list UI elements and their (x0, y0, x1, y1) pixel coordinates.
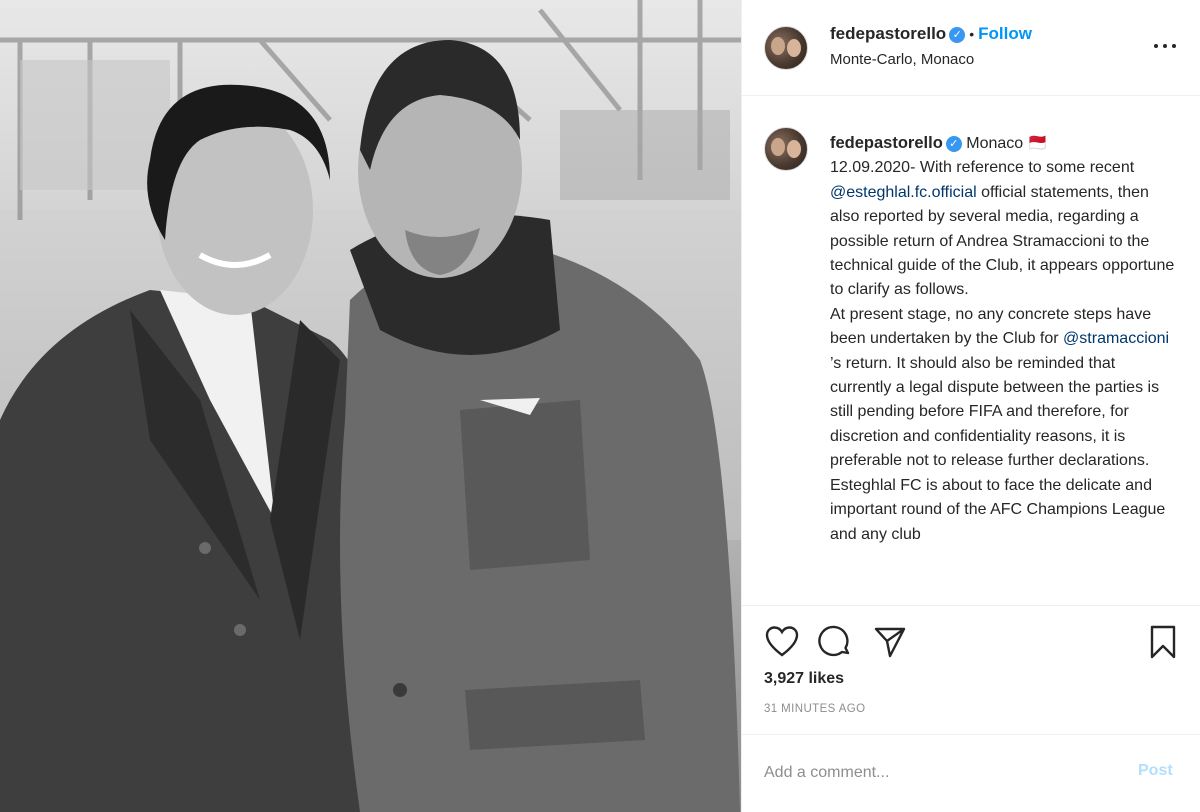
comment-input[interactable] (764, 759, 1104, 787)
paper-plane-icon[interactable] (872, 624, 908, 660)
verified-badge-icon: ✓ (949, 26, 966, 43)
photo-scene (0, 0, 741, 812)
mention-link[interactable]: @esteghlal.fc.official (830, 184, 977, 201)
bookmark-icon[interactable] (1145, 624, 1181, 660)
post-timestamp: 31 MINUTES AGO (764, 703, 866, 715)
header-title-row: fedepastorello ✓ • Follow (830, 24, 1032, 44)
more-options-icon[interactable] (1154, 34, 1178, 58)
verified-badge-icon: ✓ (945, 135, 962, 152)
location-link[interactable]: Monte-Carlo, Monaco (830, 51, 974, 68)
post-caption: fedepastorello ✓ Monaco 🇲🇨 12.09.2020- Wi… (830, 131, 1180, 547)
avatar[interactable] (764, 26, 808, 70)
follow-button[interactable]: Follow (978, 24, 1032, 43)
caption-avatar[interactable] (764, 127, 808, 171)
person-left (0, 84, 385, 812)
caption-text: official statements, then also reported … (830, 183, 1175, 299)
comment-bubble-icon[interactable] (818, 624, 854, 660)
caption-area: fedepastorello ✓ Monaco 🇲🇨 12.09.2020- Wi… (742, 97, 1200, 604)
post-comment-button[interactable]: Post (1138, 762, 1173, 780)
separator-dot: • (969, 26, 975, 42)
post-photo[interactable] (0, 0, 741, 812)
heart-icon[interactable] (764, 624, 800, 660)
caption-username[interactable]: fedepastorello (830, 134, 943, 152)
caption-text: Esteghlal FC is about to face the delica… (830, 476, 1166, 543)
header-username[interactable]: fedepastorello (830, 24, 946, 43)
post-actions: 3,927 likes 31 MINUTES AGO (742, 605, 1200, 733)
caption-text: 12.09.2020- With reference to some recen… (830, 159, 1135, 177)
post-panel: fedepastorello ✓ • Follow Monte-Carlo, Mona… (741, 0, 1200, 812)
likes-count[interactable]: 3,927 likes (764, 670, 844, 688)
comment-bar: Post (742, 734, 1200, 812)
caption-location-tag: Monaco 🇲🇨 (966, 135, 1048, 152)
caption-text: ’s return. It should also be reminded th… (830, 354, 1160, 470)
post-header: fedepastorello ✓ • Follow Monte-Carlo, Mona… (742, 0, 1200, 96)
mention-link[interactable]: @stramaccioni (1063, 330, 1169, 347)
